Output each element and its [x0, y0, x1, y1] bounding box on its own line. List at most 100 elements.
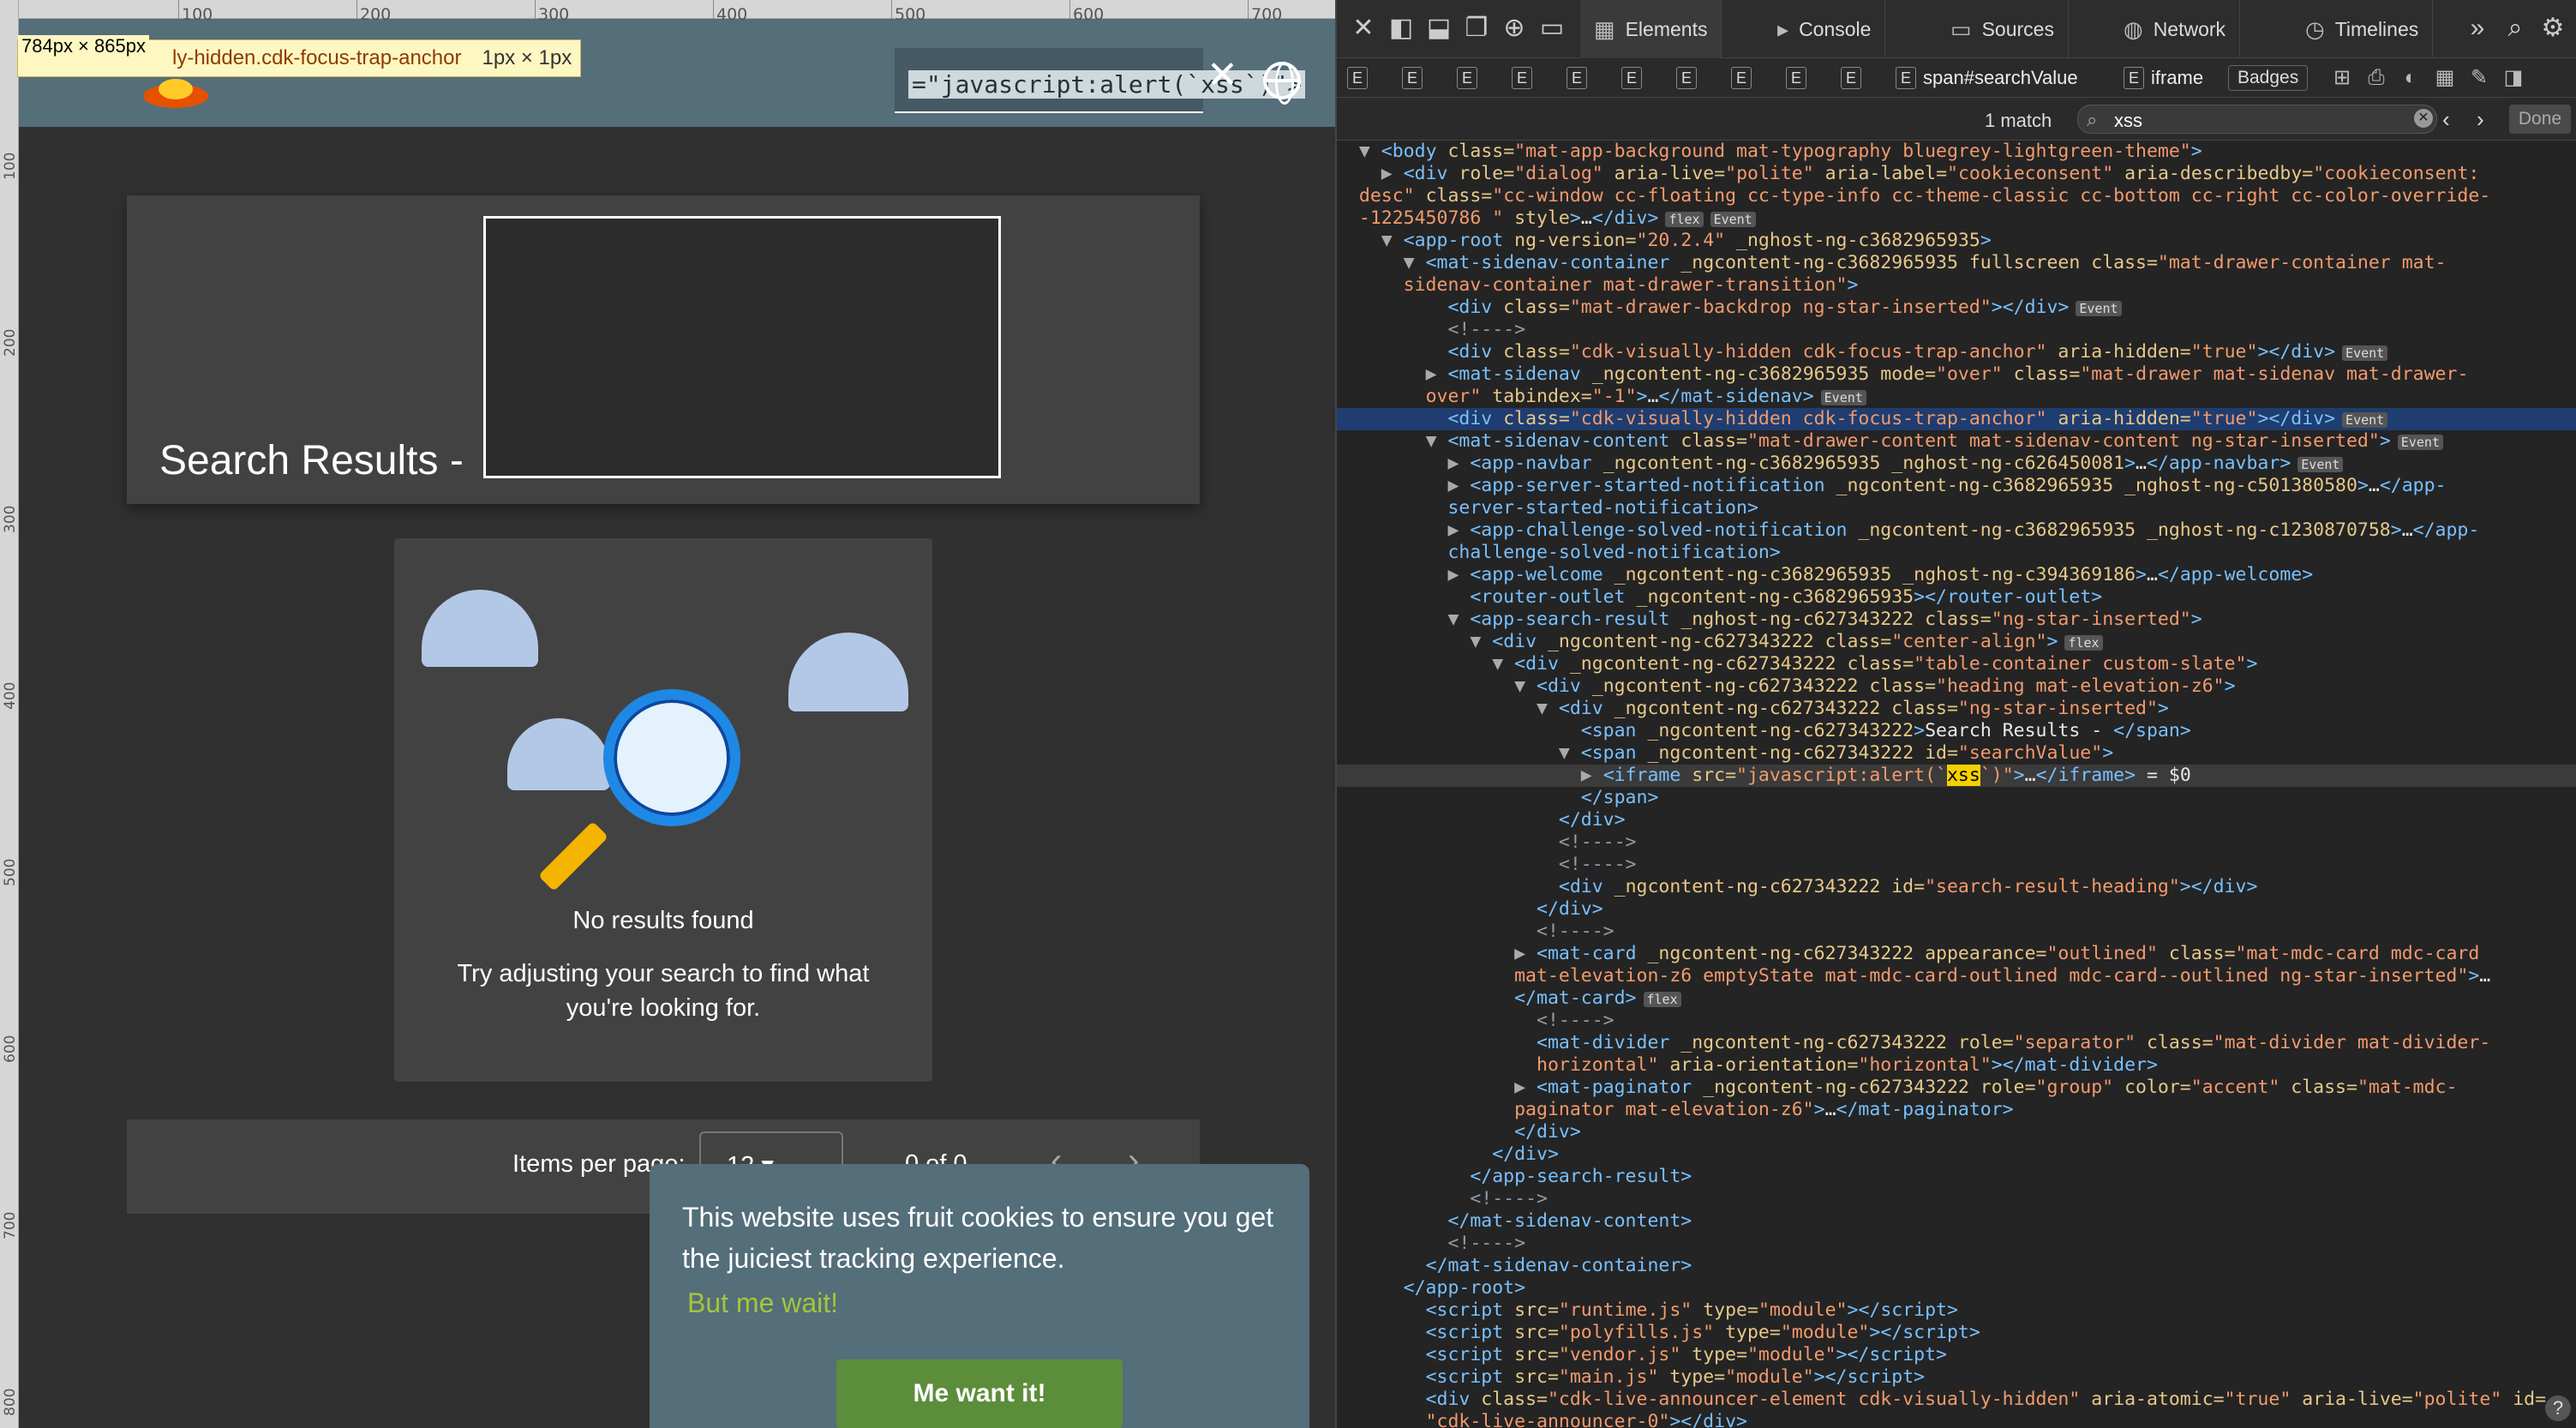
undock-icon[interactable]: ❐ [1464, 15, 1489, 41]
dom-node[interactable]: </app-root> [1337, 1277, 2576, 1299]
dom-node[interactable]: <!----> [1337, 831, 2576, 854]
print-icon[interactable]: ⎙ [2365, 67, 2387, 89]
breadcrumb-item[interactable]: E [1402, 67, 1423, 89]
layout-icon[interactable]: ⊞ [2331, 67, 2353, 89]
dom-node[interactable]: ▶ <app-navbar _ngcontent-ng-c3682965935 … [1337, 453, 2576, 475]
breadcrumb-item[interactable]: E [1512, 67, 1532, 89]
close-search-icon[interactable]: ✕ [1207, 57, 1238, 94]
breadcrumb-item[interactable]: E [2124, 67, 2144, 89]
dom-node[interactable]: server-started-notification> [1337, 497, 2576, 519]
dom-node[interactable]: <script src="vendor.js" type="module"></… [1337, 1344, 2576, 1366]
cookie-learn-more-link[interactable]: But me wait! [687, 1287, 838, 1319]
grid-icon[interactable]: ▦ [2434, 67, 2456, 89]
dom-tree[interactable]: ▼ <body class="mat-app-background mat-ty… [1337, 141, 2576, 1428]
dom-node[interactable]: <script src="main.js" type="module"></sc… [1337, 1366, 2576, 1389]
dom-node[interactable]: </mat-card> flex [1337, 987, 2576, 1010]
dom-node[interactable]: <!----> [1337, 1010, 2576, 1032]
sidebar-toggle-icon[interactable]: ◨ [2502, 67, 2525, 89]
dom-node[interactable]: paginator mat-elevation-z6">…</mat-pagin… [1337, 1099, 2576, 1121]
dom-node[interactable]: <div class="mat-drawer-backdrop ng-star-… [1337, 297, 2576, 319]
dom-node[interactable]: -1225450786 " style>…</div> flex Event [1337, 207, 2576, 230]
breadcrumb-item[interactable]: E [1731, 67, 1752, 89]
dom-node[interactable]: "cdk-live-announcer-0"></div> [1337, 1411, 2576, 1428]
dom-node[interactable]: ▼ <app-root ng-version="20.2.4" _nghost-… [1337, 230, 2576, 252]
badges-button[interactable]: Badges [2228, 65, 2309, 91]
dom-node[interactable]: ▶ <app-challenge-solved-notification _ng… [1337, 519, 2576, 542]
dom-node[interactable]: </div> [1337, 898, 2576, 921]
dom-node[interactable]: ▼ <mat-sidenav-content class="mat-drawer… [1337, 430, 2576, 453]
dom-node[interactable]: over" tabindex="-1">…</mat-sidenav> Event [1337, 386, 2576, 408]
search-icon[interactable]: ⌕ [2502, 15, 2528, 41]
dom-node[interactable]: </div> [1337, 1121, 2576, 1143]
dom-node[interactable]: ▶ <app-welcome _ngcontent-ng-c3682965935… [1337, 564, 2576, 586]
dom-node[interactable]: ▼ <app-search-result _nghost-ng-c6273432… [1337, 609, 2576, 631]
dom-node[interactable]: ▼ <span _ngcontent-ng-c627343222 id="sea… [1337, 742, 2576, 765]
dom-node[interactable]: ▼ <mat-sidenav-container _ngcontent-ng-c… [1337, 252, 2576, 274]
gear-icon[interactable]: ⚙ [2540, 15, 2566, 41]
dom-node[interactable]: ▼ <body class="mat-app-background mat-ty… [1337, 141, 2576, 163]
dom-node[interactable]: ▶ <div role="dialog" aria-live="polite" … [1337, 163, 2576, 185]
dom-node[interactable]: </span> [1337, 787, 2576, 809]
dom-node[interactable]: <!----> [1337, 921, 2576, 943]
dom-node[interactable]: ▶ <mat-sidenav _ngcontent-ng-c3682965935… [1337, 363, 2576, 386]
dom-node[interactable]: <script src="polyfills.js" type="module"… [1337, 1322, 2576, 1344]
dom-node[interactable]: <!----> [1337, 854, 2576, 876]
dom-node[interactable]: ▶ <mat-card _ngcontent-ng-c627343222 app… [1337, 943, 2576, 965]
breadcrumb-item[interactable]: E [1621, 67, 1642, 89]
tab-sources[interactable]: ▭ Sources [1937, 0, 2069, 58]
dom-node[interactable]: <div class="cdk-visually-hidden cdk-focu… [1337, 341, 2576, 363]
breadcrumb-item[interactable]: E [1786, 67, 1806, 89]
dom-node[interactable]: <!----> [1337, 1233, 2576, 1255]
dom-node[interactable]: <span _ngcontent-ng-c627343222>Search Re… [1337, 720, 2576, 742]
breadcrumb-item[interactable]: E [1841, 67, 1861, 89]
dom-node[interactable]: ▼ <div _ngcontent-ng-c627343222 class="c… [1337, 631, 2576, 653]
tab-network[interactable]: ◍ Network [2110, 0, 2241, 58]
breadcrumb-item[interactable]: E [1676, 67, 1697, 89]
breadcrumb-iframe[interactable]: iframe [2151, 67, 2203, 89]
dom-node[interactable]: desc" class="cc-window cc-floating cc-ty… [1337, 185, 2576, 207]
dom-node[interactable]: <router-outlet _ngcontent-ng-c3682965935… [1337, 586, 2576, 609]
inspect-target-icon[interactable]: ⊕ [1501, 15, 1527, 41]
dom-node-selected[interactable]: ▶ <iframe src="javascript:alert(`xss`)">… [1337, 765, 2576, 787]
clear-icon[interactable]: ✕ [2414, 109, 2433, 128]
dom-node[interactable]: <script src="runtime.js" type="module"><… [1337, 1299, 2576, 1322]
more-tabs-icon[interactable]: » [2465, 15, 2490, 41]
breadcrumb-item[interactable]: E [1347, 67, 1368, 89]
dom-node[interactable]: <!----> [1337, 319, 2576, 341]
device-icon[interactable]: ▭ [1539, 15, 1565, 41]
help-icon[interactable]: ? [2545, 1395, 2571, 1421]
dom-node[interactable]: mat-elevation-z6 emptyState mat-mdc-card… [1337, 965, 2576, 987]
dom-node[interactable]: </mat-sidenav-content> [1337, 1210, 2576, 1233]
tab-timelines[interactable]: ◷ Timelines [2291, 0, 2434, 58]
dom-node[interactable]: <div class="cdk-live-announcer-element c… [1337, 1389, 2576, 1411]
dom-node[interactable]: ▼ <div _ngcontent-ng-c627343222 class="h… [1337, 675, 2576, 698]
language-globe-icon[interactable] [1263, 62, 1301, 105]
dom-node[interactable]: horizontal" aria-orientation="horizontal… [1337, 1054, 2576, 1077]
tab-console[interactable]: ▸ Console [1764, 0, 1886, 58]
tab-elements[interactable]: ▦ Elements [1580, 0, 1722, 58]
search-input[interactable]: ="javascript:alert(`xss`)"> [895, 48, 1306, 113]
breadcrumb-item[interactable]: E [1457, 67, 1477, 89]
dom-node[interactable]: <!----> [1337, 1188, 2576, 1210]
breadcrumb-span[interactable]: span#searchValue [1923, 67, 2078, 89]
dom-node[interactable]: <div _ngcontent-ng-c627343222 id="search… [1337, 876, 2576, 898]
breadcrumb-item[interactable]: E [1896, 67, 1916, 89]
dom-node-highlighted[interactable]: <div class="cdk-visually-hidden cdk-focu… [1337, 408, 2576, 430]
cookie-accept-button[interactable]: Me want it! [836, 1359, 1123, 1428]
dock-bottom-icon[interactable]: ⬓ [1426, 15, 1452, 41]
find-done-button[interactable]: Done [2509, 105, 2571, 134]
find-input[interactable]: ⌕ xss ✕ [2077, 105, 2437, 134]
dom-node[interactable]: </div> [1337, 1143, 2576, 1166]
dom-node[interactable]: ▼ <div _ngcontent-ng-c627343222 class="n… [1337, 698, 2576, 720]
dom-node[interactable]: <mat-divider _ngcontent-ng-c627343222 ro… [1337, 1032, 2576, 1054]
dom-node[interactable]: ▶ <app-server-started-notification _ngco… [1337, 475, 2576, 497]
dom-node[interactable]: ▼ <div _ngcontent-ng-c627343222 class="t… [1337, 653, 2576, 675]
breadcrumb-item[interactable]: E [1567, 67, 1587, 89]
dom-node[interactable]: </app-search-result> [1337, 1166, 2576, 1188]
brush-icon[interactable]: ✎ [2468, 67, 2490, 89]
close-icon[interactable]: ✕ [1351, 15, 1376, 41]
dom-node[interactable]: sidenav-container mat-drawer-transition"… [1337, 274, 2576, 297]
dom-node[interactable]: ▶ <mat-paginator _ngcontent-ng-c62734322… [1337, 1077, 2576, 1099]
contrast-icon[interactable]: ◐ [2399, 67, 2422, 89]
dom-node[interactable]: </mat-sidenav-container> [1337, 1255, 2576, 1277]
